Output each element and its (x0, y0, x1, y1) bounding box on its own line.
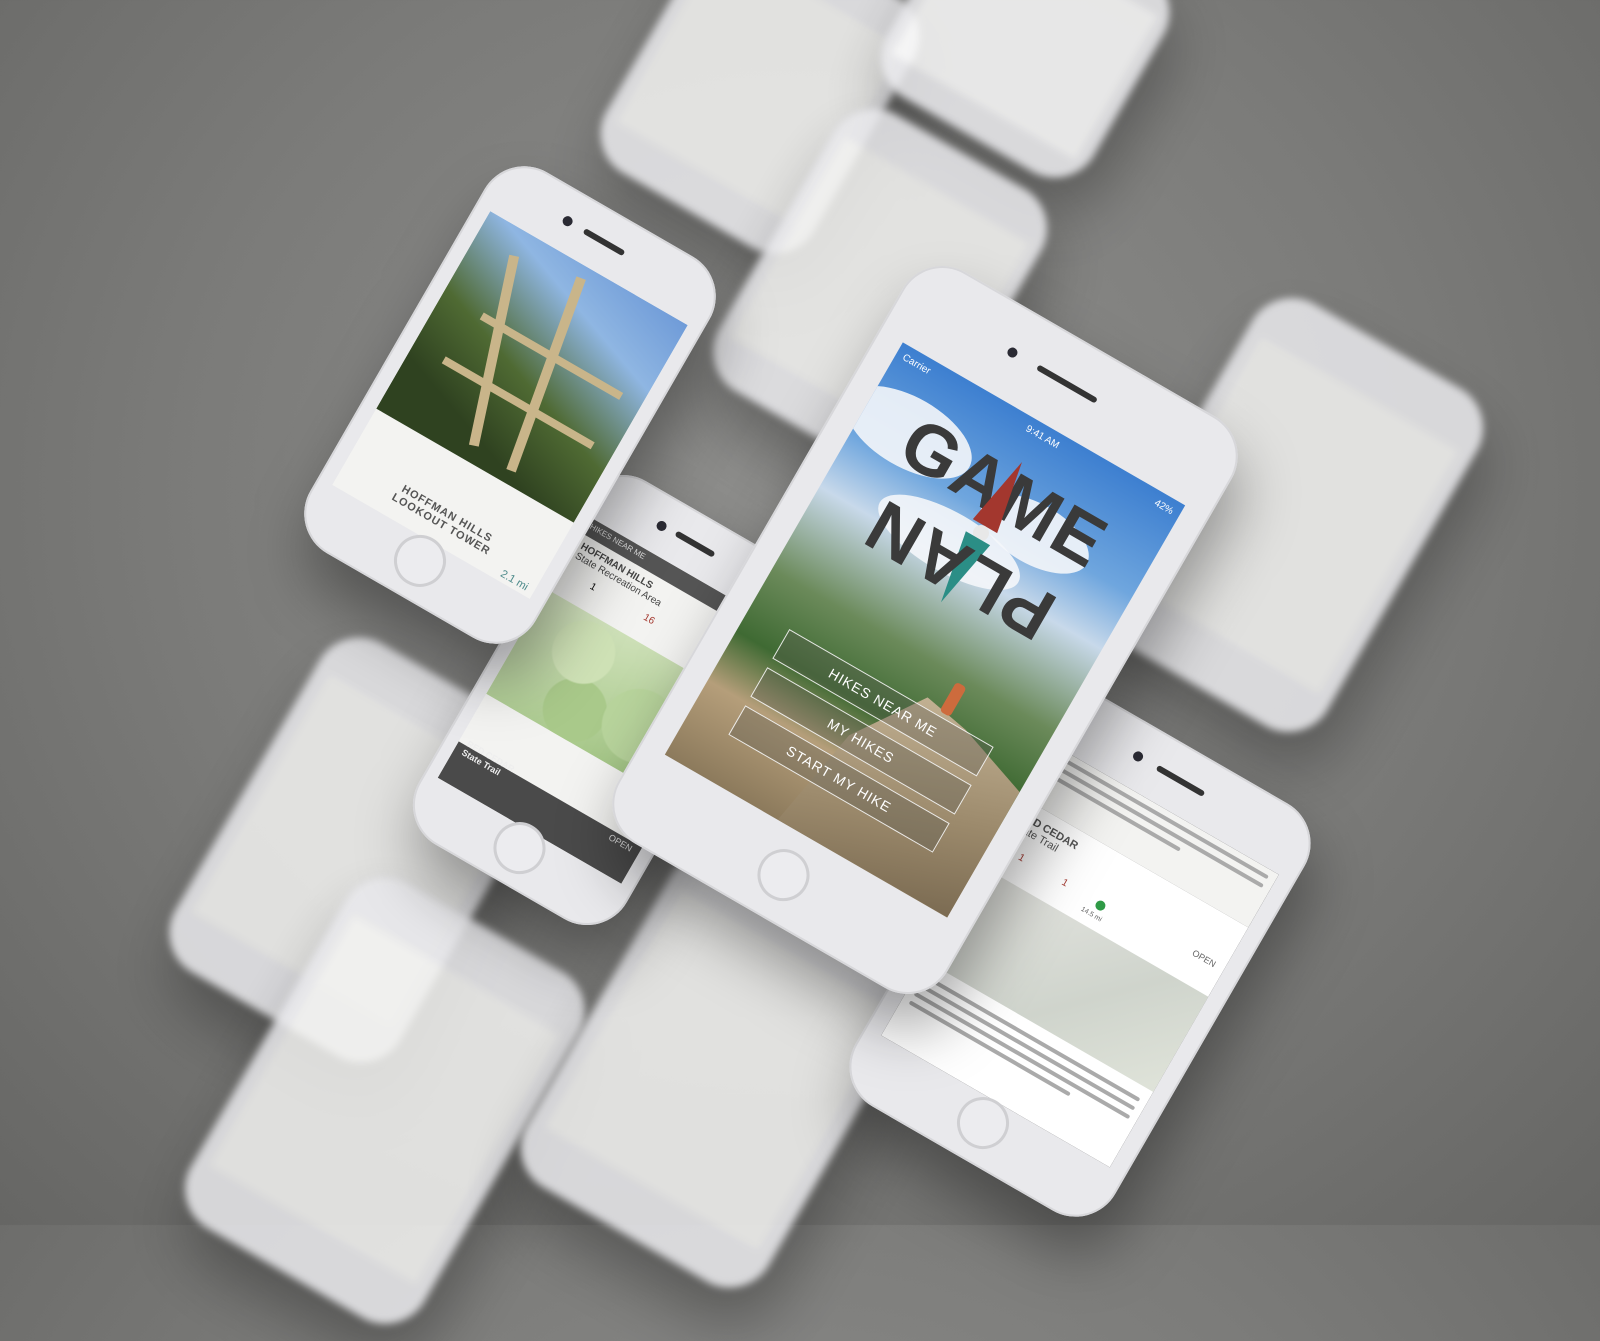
trails-count: 16 (641, 611, 657, 628)
speaker (674, 530, 716, 558)
open-status-dot (1093, 898, 1108, 913)
cedar-landmarks: 1 (1016, 851, 1027, 865)
carrier-label: Carrier (900, 352, 933, 377)
tower-photo (376, 210, 689, 523)
landmarks-count: 1 (587, 581, 599, 594)
front-camera (654, 519, 669, 533)
cedar-trails: 1 (1059, 876, 1070, 890)
battery-label: 42% (1152, 497, 1176, 518)
speaker (1035, 364, 1099, 404)
speaker (582, 227, 626, 257)
gameplan-logo: GAME PLAN (795, 381, 1163, 692)
cedar-status: OPEN (1190, 947, 1218, 969)
front-camera (1131, 749, 1145, 764)
front-camera (560, 214, 575, 229)
speaker (1155, 764, 1206, 797)
footer-trail-name: RED CEDAR State Trail (460, 739, 516, 783)
front-camera (1005, 345, 1019, 360)
clock: 9:41 AM (1023, 423, 1062, 452)
home-button[interactable] (748, 839, 820, 911)
